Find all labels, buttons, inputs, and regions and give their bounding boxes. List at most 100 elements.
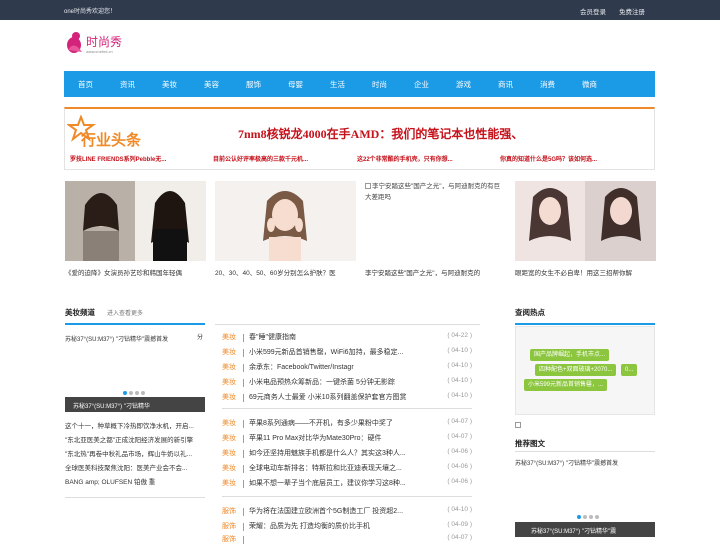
beauty-left-list: 这个十一，种草概下冷热即饮净水机，开启... "东北亚医美之都"正成沈阳经济发展… [65,420,205,490]
divider [222,408,472,409]
photo-card-4[interactable] [515,181,656,261]
nav-item-life[interactable]: 生活 [330,79,345,90]
news-row[interactable]: 美妆 苹果8系列通病——不开机，有多少果粉中奖了 ( 04-07 ) [222,418,472,432]
list-item[interactable]: 这个十一，种草概下冷热即饮净水机，开启... [65,420,205,434]
hot-tag[interactable]: 国产品牌崛起，手机市点... [530,349,610,361]
news-date: ( 04-10 ) [447,347,472,354]
hot-tag[interactable]: 小米599元新品首销售罄，... [524,379,608,391]
list-item[interactable]: "东北亚医美之都"正成沈阳经济发展的新引擎 [65,434,205,448]
news-category: 服饰 [222,523,236,530]
banner-sub-link[interactable]: 你真的知道什么是5G吗？该如何选... [500,154,597,163]
photo-caption-2[interactable]: 20、30、40、50、60岁分别怎么护肤？医 [215,267,356,277]
news-category: 美妆 [222,450,236,457]
beauty-slider[interactable]: 苏秘37°(SU:M37°) "刁钻精华"震撼首发 分 苏秘37°(SU:M37… [65,328,205,412]
news-category: 美妆 [222,349,236,356]
news-row[interactable]: 服饰 荣耀：品质为先 打造均衡的质价比手机 ( 04-09 ) [222,521,472,535]
register-link[interactable]: 免费注册 [619,6,645,16]
list-item[interactable]: BANG amp; OLUFSEN 铂傲 重 [65,476,205,490]
list-item[interactable]: 全球医美科技聚焦沈阳：医美产业会不会... [65,462,205,476]
nav-item-games[interactable]: 游戏 [456,79,471,90]
broken-image-alt: 李宁安踏这些"国产之光"，与阿迪耐克的有巨大差距吗 [365,183,501,201]
news-category: 美妆 [222,379,236,386]
login-link[interactable]: 会员登录 [580,6,606,16]
news-row[interactable]: 美妆 春"睡"健康指南 ( 04-22 ) [222,332,472,346]
divider [65,497,205,498]
news-category: 美妆 [222,364,236,371]
broken-image[interactable]: 李宁安踏这些"国产之光"，与阿迪耐克的有巨大差距吗 [365,181,506,203]
slide-side-text: 分 [196,335,203,341]
nav-item-makeup[interactable]: 美妆 [162,79,177,90]
nav-item-enterprise[interactable]: 企业 [414,79,429,90]
section-rule [215,324,480,325]
slider-dot[interactable] [129,391,133,395]
news-category: 美妆 [222,480,236,487]
slider-dot[interactable] [583,515,587,519]
photo-caption-4[interactable]: 眼距宽的女生不必自卑！用这三招帮你解 [515,267,656,277]
nav-item-news[interactable]: 资讯 [120,79,135,90]
banner-sub-link[interactable]: 这22个非常酷的手机壳，只有你想... [357,154,453,163]
news-row[interactable]: 美妆 69元商务人士最爱 小米10系列翻盖保护套官方图赏 ( 04-10 ) [222,392,472,406]
recommend-slider[interactable]: 苏秘37°(SU:M37°) "刁钻精华"震撼首发 苏秘37°(SU:M37°)… [515,456,655,540]
photo-caption-3[interactable]: 李宁安踏这些"国产之光"，与阿迪耐克的 [365,267,506,277]
news-row[interactable]: 美妆 小米599元新品首销售罄，WiFi6加持，最多稳定... ( 04-10 ) [222,347,472,361]
welcome-text: one时尚秀欢迎您！ [64,9,117,15]
news-row[interactable]: 美妆 小米电品预热众筹新品：一键杀菌 5分钟无影踪 ( 04-10 ) [222,377,472,391]
nav-item-home[interactable]: 首页 [78,79,93,90]
photo-caption-1[interactable]: 《爱的迫降》女演员孙艺珍和韩国年轻偶 [65,267,206,277]
news-title: 如今还坚持用魅族手机都是什么人？其实这3种人... [249,450,406,457]
top-bar: one时尚秀欢迎您！ 会员登录 免费注册 [0,0,720,20]
slider-dot[interactable] [589,515,593,519]
slider-dot[interactable] [135,391,139,395]
nav-item-apparel[interactable]: 服饰 [246,79,261,90]
news-date: ( 04-10 ) [447,392,472,399]
news-title: 69元商务人士最爱 小米10系列翻盖保护套官方图赏 [249,394,407,401]
news-date: ( 04-07 ) [447,433,472,440]
slider-dots [123,390,147,397]
hot-tag[interactable]: 四种配色+双面玻璃+2070... [535,364,617,376]
photo-card-1[interactable] [65,181,206,261]
nav-item-baby[interactable]: 母婴 [288,79,303,90]
news-date: ( 04-10 ) [447,506,472,513]
news-title: 华为将在法国建立欧洲首个5G制造工厂 投资超2... [249,508,404,515]
news-category: 服饰 [222,508,236,515]
nav-item-business[interactable]: 商讯 [498,79,513,90]
news-category: 美妆 [222,334,236,341]
news-date: ( 04-06 ) [447,478,472,485]
news-row[interactable]: 美妆 苹果11 Pro Max对比华为Mate30Pro：硬件 ( 04-07 ) [222,433,472,447]
banner-sub-link[interactable]: 罗技LINE FRIENDS系列Pebble无... [70,154,166,163]
nav-item-fashion[interactable]: 时尚 [372,79,387,90]
hot-tag[interactable]: 0... [621,364,638,376]
news-date: ( 04-10 ) [447,362,472,369]
banner-sub-link[interactable]: 目前公认好评率极高的三款千元机... [213,154,308,163]
nav-item-consumer[interactable]: 消费 [540,79,555,90]
slide-text: 苏秘37°(SU:M37°) "刁钻精华"震撼首发 [515,461,619,467]
main-nav: 首页 资讯 美妆 美容 服饰 母婴 生活 时尚 企业 游戏 商讯 消费 微商 [64,71,655,97]
news-row[interactable]: 美妆 如今还坚持用魅族手机都是什么人？其实这3种人... ( 04-06 ) [222,448,472,462]
broken-image-icon [365,183,371,189]
slider-dot[interactable] [141,391,145,395]
news-title: 苹果11 Pro Max对比华为Mate30Pro：硬件 [249,435,382,442]
slide-text: 苏秘37°(SU:M37°) "刁钻精华"震撼首发 [65,337,169,343]
nav-item-beauty[interactable]: 美容 [204,79,219,90]
news-title: 小米599元新品首销售罄，WiFi6加持，最多稳定... [249,349,404,356]
news-row[interactable]: 服饰( 04-07 ) [222,534,472,548]
news-row[interactable]: 服饰 华为将在法国建立欧洲首个5G制造工厂 投资超2... ( 04-10 ) [222,506,472,520]
news-date: ( 04-06 ) [447,448,472,455]
slider-dot[interactable] [595,515,599,519]
divider [222,496,472,497]
section-rule [65,323,205,325]
news-row[interactable]: 美妆 余承东：Facebook/Twitter/Instagr ( 04-10 ) [222,362,472,376]
site-logo[interactable]: 时尚秀 www.onefed.cn [64,28,144,56]
photo-card-2[interactable] [215,181,356,261]
news-row[interactable]: 美妆 全球电动车新排名：特斯拉和比亚迪表现天壤之... ( 04-06 ) [222,463,472,477]
beauty-more-link[interactable]: 进入查看更多 [107,308,143,317]
slider-dot[interactable] [123,391,127,395]
news-row[interactable]: 美妆 如果不想一辈子当个底层员工，建议你学习这8种... ( 04-06 ) [222,478,472,492]
news-title: 余承东：Facebook/Twitter/Instagr [249,364,354,371]
logo-text: 时尚秀 [86,35,122,49]
slider-dot[interactable] [577,515,581,519]
nav-item-wechat[interactable]: 微商 [582,79,597,90]
list-item[interactable]: "东北热"再卷中秋礼品市场，辉山牛奶以礼... [65,448,205,462]
banner-headline[interactable]: 7nm8核锐龙4000在手AMD：我们的笔记本也性能强、 [238,125,523,142]
news-date: ( 04-09 ) [447,521,472,528]
